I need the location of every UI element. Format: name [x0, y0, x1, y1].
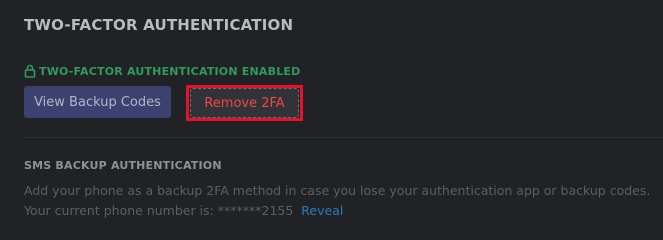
reveal-link[interactable]: Reveal — [301, 203, 343, 218]
section-divider — [24, 137, 663, 138]
two-factor-status: TWO-FACTOR AUTHENTICATION ENABLED — [24, 63, 300, 79]
status-label: TWO-FACTOR AUTHENTICATION ENABLED — [39, 64, 301, 78]
view-backup-codes-button[interactable]: View Backup Codes — [24, 86, 171, 118]
sms-backup-title: SMS BACKUP AUTHENTICATION — [24, 159, 222, 172]
sms-backup-description: Add your phone as a backup 2FA method in… — [24, 183, 651, 198]
phone-number-text: Your current phone number is: *******215… — [24, 203, 294, 218]
phone-number-line: Your current phone number is: *******215… — [24, 203, 343, 218]
section-title: TWO-FACTOR AUTHENTICATION — [24, 16, 294, 34]
two-factor-settings-panel: TWO-FACTOR AUTHENTICATION TWO-FACTOR AUT… — [0, 0, 663, 218]
remove-2fa-button[interactable]: Remove 2FA — [190, 88, 299, 118]
lock-icon — [24, 64, 36, 78]
